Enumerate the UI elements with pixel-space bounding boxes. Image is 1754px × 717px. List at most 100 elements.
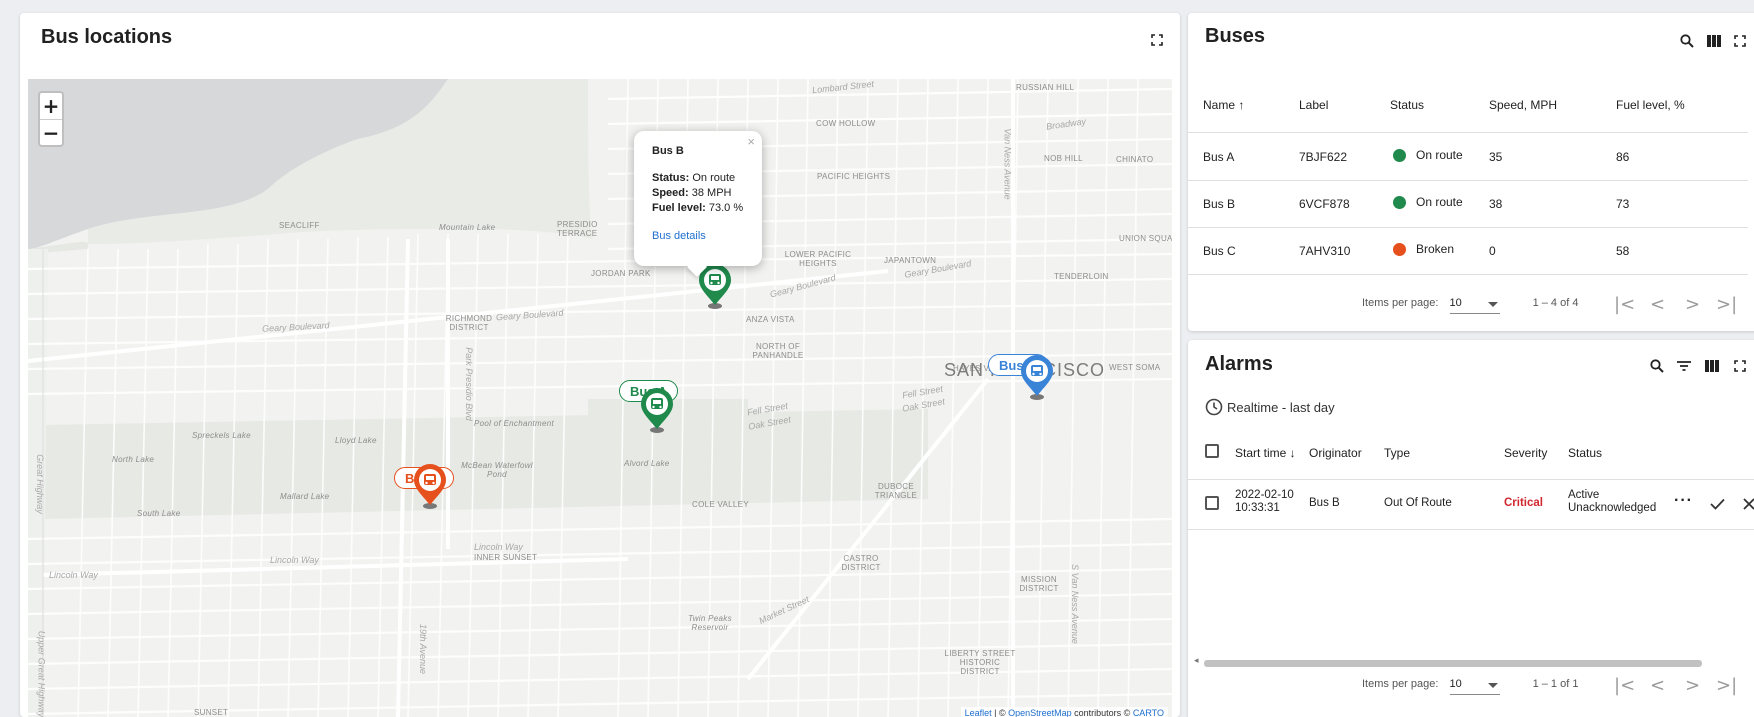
osm-link[interactable]: OpenStreetMap <box>1008 708 1072 717</box>
table-row[interactable]: Bus B 6VCF878 On route 38 73 <box>1188 181 1748 228</box>
map-area-label: Twin Peaks Reservoir <box>688 614 732 632</box>
cell-status: Broken <box>1393 242 1454 257</box>
page-range: 1 – 1 of 1 <box>1532 678 1579 690</box>
first-page-icon[interactable]: |< <box>1614 675 1635 696</box>
col-status[interactable]: Status <box>1390 98 1424 112</box>
col-start-time[interactable]: Start time ↓ <box>1235 446 1296 460</box>
street-label: Great Highway <box>34 454 45 514</box>
scrollbar-thumb[interactable] <box>1204 660 1702 667</box>
page-size-select[interactable]: 10 <box>1449 678 1500 695</box>
zoom-in-button[interactable]: + <box>40 93 62 119</box>
cell-status: On route <box>1393 148 1463 163</box>
map-area-label: PACIFIC HEIGHTS <box>817 172 891 181</box>
map-area-label: LOWER PACIFIC HEIGHTS <box>784 250 852 268</box>
col-label[interactable]: Label <box>1299 98 1328 112</box>
cell-type: Out Of Route <box>1384 497 1452 509</box>
map-area-label: ANZA VISTA <box>746 315 795 324</box>
popup-title: Bus B <box>652 145 684 157</box>
page-size-select[interactable]: 10 <box>1449 297 1500 314</box>
cell-label: 7BJF622 <box>1299 150 1348 164</box>
cell-speed: 35 <box>1489 150 1503 164</box>
status-dot <box>1393 196 1406 210</box>
row-checkbox[interactable] <box>1205 496 1219 510</box>
prev-page-icon[interactable]: < <box>1650 675 1665 696</box>
map-area-label: PRESIDIO TERRACE <box>557 220 598 238</box>
select-all-checkbox[interactable] <box>1205 444 1219 458</box>
col-fuel[interactable]: Fuel level, % <box>1616 98 1685 112</box>
street-label: 19th Avenue <box>418 623 429 675</box>
acknowledge-icon[interactable] <box>1710 498 1725 510</box>
columns-icon[interactable] <box>1702 29 1726 53</box>
bus-info-popup: × Bus B Status: On route Speed: 38 MPH F… <box>634 131 762 266</box>
last-page-icon[interactable]: >| <box>1716 294 1737 315</box>
cell-name: Bus C <box>1203 244 1236 258</box>
items-per-page-label: Items per page: <box>1362 678 1439 690</box>
col-name[interactable]: Name ↑ <box>1203 98 1244 112</box>
map-view[interactable]: + − RUSSIAN HILL COW HOLLOW NOB HILL CHI… <box>28 79 1172 717</box>
fullscreen-icon[interactable] <box>1728 354 1752 378</box>
map-area-label: UNION SQUA <box>1119 234 1172 243</box>
first-page-icon[interactable]: |< <box>1614 294 1635 315</box>
col-status[interactable]: Status <box>1568 446 1602 460</box>
street-label: Lincoln Way <box>49 570 98 580</box>
popup-fuel: Fuel level: 73.0 % <box>652 202 744 214</box>
map-area-label: JORDAN PARK <box>591 269 651 278</box>
bus-details-link[interactable]: Bus details <box>652 230 762 242</box>
cell-originator: Bus B <box>1309 497 1340 509</box>
cell-fuel: 73 <box>1616 197 1630 211</box>
map-area-label: WEST SOMA <box>1109 363 1161 372</box>
map-area-label: SUNSET <box>194 708 229 717</box>
clear-icon[interactable] <box>1743 498 1754 510</box>
map-area-label: Mountain Lake <box>439 223 496 232</box>
table-row[interactable]: Bus C 7AHV310 Broken 0 58 <box>1188 228 1748 275</box>
map-area-label: NORTH OF PANHANDLE <box>752 342 804 360</box>
table-row[interactable]: 2022-02-10 10:33:31 Bus B Out Of Route Cr… <box>1188 480 1754 530</box>
map-area-label: Alvord Lake <box>624 459 670 468</box>
popup-close-icon[interactable]: × <box>747 134 755 149</box>
street-label: Lincoln Way <box>270 555 319 565</box>
zoom-out-button[interactable]: − <box>40 119 62 145</box>
map-area-label: McBean Waterfowl Pond <box>461 461 533 479</box>
timewindow-selector[interactable]: Realtime - last day <box>1205 398 1335 416</box>
buses-table-header: Name ↑ Label Status Speed, MPH Fuel leve… <box>1188 73 1748 133</box>
popup-status: Status: On route <box>652 172 736 184</box>
street-label: Park Presidio Blvd <box>463 347 474 421</box>
map-tiles <box>28 79 1172 717</box>
map-area-label: NOB HILL <box>1044 154 1083 163</box>
alarms-title: Alarms <box>1205 353 1273 375</box>
map-area-label: COW HOLLOW <box>816 119 876 128</box>
fullscreen-icon[interactable] <box>1145 28 1169 52</box>
search-icon[interactable] <box>1645 354 1669 378</box>
last-page-icon[interactable]: >| <box>1716 675 1737 696</box>
map-area-label: JAPANTOWN <box>884 256 937 265</box>
bus-d-marker-icon[interactable] <box>1018 354 1056 400</box>
bus-c-marker-icon[interactable] <box>411 463 449 509</box>
leaflet-link[interactable]: Leaflet <box>965 708 992 717</box>
col-severity[interactable]: Severity <box>1504 446 1547 460</box>
col-speed[interactable]: Speed, MPH <box>1489 98 1557 112</box>
next-page-icon[interactable]: > <box>1685 675 1700 696</box>
cell-severity: Critical <box>1504 497 1543 509</box>
prev-page-icon[interactable]: < <box>1650 294 1665 315</box>
more-actions-icon[interactable]: ··· <box>1674 492 1693 510</box>
columns-icon[interactable] <box>1700 354 1724 378</box>
bus-a-marker-icon[interactable] <box>638 387 676 433</box>
filter-icon[interactable] <box>1672 354 1696 378</box>
next-page-icon[interactable]: > <box>1685 294 1700 315</box>
col-originator[interactable]: Originator <box>1309 446 1362 460</box>
cell-start-time: 2022-02-10 10:33:31 <box>1235 489 1294 514</box>
horizontal-scrollbar[interactable]: ◂ <box>1194 655 1754 668</box>
alarms-card: Alarms Realtime - last day Start time ↓ … <box>1188 340 1754 717</box>
map-area-label: TENDERLOIN <box>1054 272 1109 281</box>
col-type[interactable]: Type <box>1384 446 1410 460</box>
fullscreen-icon[interactable] <box>1728 29 1752 53</box>
map-area-label: Pool of Enchantment <box>474 419 554 428</box>
table-row[interactable]: Bus A 7BJF622 On route 35 86 <box>1188 134 1748 181</box>
carto-link[interactable]: CARTO <box>1133 708 1164 717</box>
map-area-label: MISSION DISTRICT <box>1019 575 1059 593</box>
search-icon[interactable] <box>1675 29 1699 53</box>
zoom-control: + − <box>38 91 64 147</box>
map-area-label: Lloyd Lake <box>335 436 377 445</box>
scroll-left-arrow-icon[interactable]: ◂ <box>1194 655 1199 666</box>
popup-speed: Speed: 38 MPH <box>652 187 732 199</box>
